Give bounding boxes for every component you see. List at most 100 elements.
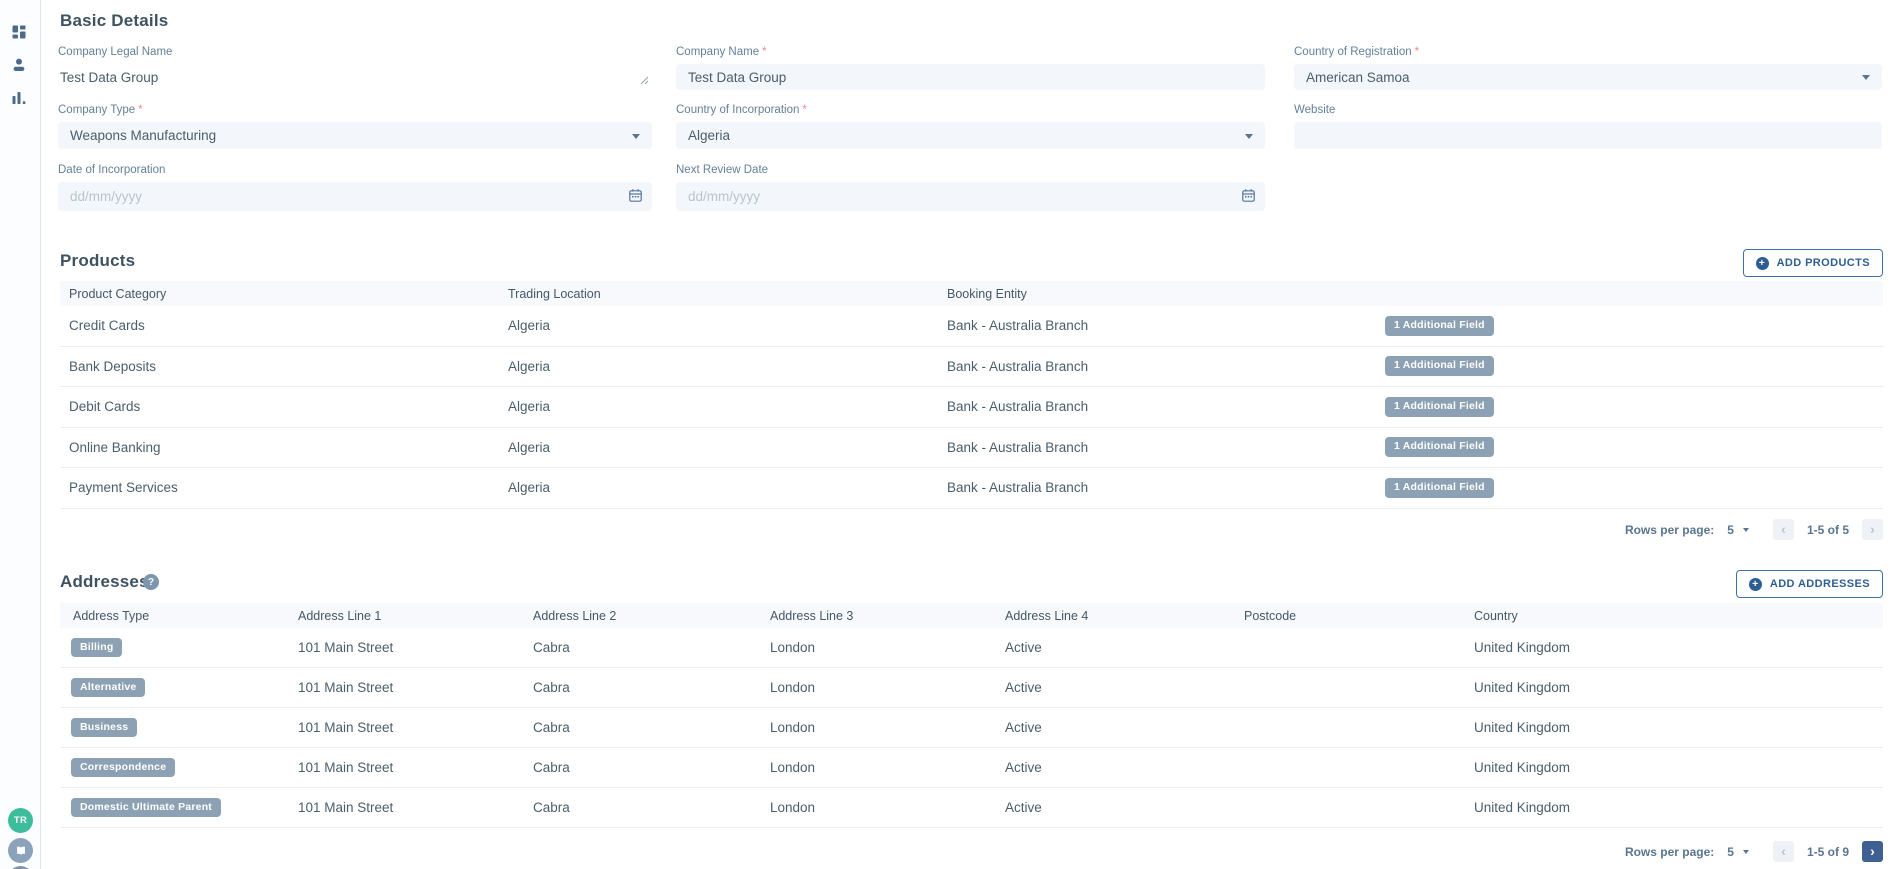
product-row[interactable]: Online Banking Algeria Bank - Australia … xyxy=(60,428,1883,469)
plus-icon: + xyxy=(1756,257,1769,270)
required-asterisk: * xyxy=(802,104,806,116)
field-value: Algeria xyxy=(688,128,730,143)
country-of-incorporation-select[interactable]: Algeria xyxy=(676,122,1265,149)
address-line1: 101 Main Street xyxy=(285,760,520,775)
col-address-line2: Address Line 2 xyxy=(520,609,757,623)
next-review-date-field: Next Review Date dd/mm/yyyy xyxy=(676,164,1265,211)
address-line1: 101 Main Street xyxy=(285,640,520,655)
company-type-label: Company Type* xyxy=(58,104,652,116)
dashboard-icon[interactable] xyxy=(11,23,29,41)
next-review-date-input[interactable]: dd/mm/yyyy xyxy=(676,182,1265,211)
booking-entity: Bank - Australia Branch xyxy=(938,480,1376,495)
additional-field-badge[interactable]: 1 Additional Field xyxy=(1385,356,1494,376)
next-page-button[interactable]: › xyxy=(1862,519,1883,540)
addresses-table-header: Address Type Address Line 1 Address Line… xyxy=(60,603,1883,628)
chevron-down-icon xyxy=(632,134,640,139)
company-name-field: Company Name* Test Data Group xyxy=(676,46,1265,90)
additional-field-cell: 1 Additional Field xyxy=(1376,478,1883,498)
country-of-registration-select[interactable]: American Samoa xyxy=(1294,64,1882,90)
add-products-button[interactable]: + ADD PRODUCTS xyxy=(1743,249,1883,277)
country: United Kingdom xyxy=(1461,800,1883,815)
company-name-input[interactable]: Test Data Group xyxy=(676,64,1265,90)
user-icon[interactable] xyxy=(11,56,29,74)
label-text: Next Review Date xyxy=(676,164,768,176)
product-category: Bank Deposits xyxy=(60,359,499,374)
rows-per-page-value[interactable]: 5 xyxy=(1727,523,1734,537)
calendar-icon[interactable] xyxy=(1241,188,1256,206)
rows-per-page-label: Rows per page: xyxy=(1625,523,1714,537)
date-of-incorporation-input[interactable]: dd/mm/yyyy xyxy=(58,182,652,211)
address-type-cell: Business xyxy=(60,718,285,738)
additional-field-cell: 1 Additional Field xyxy=(1376,397,1883,417)
field-value: Test Data Group xyxy=(688,70,786,85)
chevron-down-icon[interactable] xyxy=(1743,528,1749,532)
chevron-down-icon xyxy=(1245,134,1253,139)
help-icon[interactable]: ? xyxy=(143,574,159,590)
add-products-label: ADD PRODUCTS xyxy=(1777,257,1870,269)
next-review-date-label: Next Review Date xyxy=(676,164,1265,176)
date-of-incorporation-label: Date of Incorporation xyxy=(58,164,652,176)
address-row[interactable]: Billing 101 Main Street Cabra London Act… xyxy=(60,628,1883,668)
additional-field-badge[interactable]: 1 Additional Field xyxy=(1385,316,1494,336)
trading-location: Algeria xyxy=(499,359,938,374)
address-line3: London xyxy=(757,720,992,735)
booking-entity: Bank - Australia Branch xyxy=(938,399,1376,414)
rows-per-page-value[interactable]: 5 xyxy=(1727,845,1734,859)
company-legal-name-label: Company Legal Name xyxy=(58,46,652,58)
bar-chart-icon[interactable] xyxy=(11,89,29,107)
address-type-cell: Billing xyxy=(60,638,285,658)
address-line1: 101 Main Street xyxy=(285,680,520,695)
address-type-badge[interactable]: Business xyxy=(71,718,137,738)
address-line1: 101 Main Street xyxy=(285,800,520,815)
resize-handle-icon[interactable] xyxy=(640,73,649,88)
company-legal-name-field: Company Legal Name Test Data Group xyxy=(58,46,652,90)
next-page-button[interactable]: › xyxy=(1862,841,1883,862)
prev-page-button[interactable]: ‹ xyxy=(1773,841,1794,862)
basic-details-title: Basic Details xyxy=(60,11,168,31)
address-row[interactable]: Domestic Ultimate Parent 101 Main Street… xyxy=(60,788,1883,828)
address-line2: Cabra xyxy=(520,800,757,815)
sidebar: TR xyxy=(0,0,41,869)
address-type-badge[interactable]: Billing xyxy=(71,638,122,658)
address-type-badge[interactable]: Domestic Ultimate Parent xyxy=(71,798,221,818)
additional-field-badge[interactable]: 1 Additional Field xyxy=(1385,478,1494,498)
address-line4: Active xyxy=(992,640,1231,655)
trading-location: Algeria xyxy=(499,440,938,455)
company-type-field: Company Type* Weapons Manufacturing xyxy=(58,104,652,149)
addresses-pagination: Rows per page: 5 ‹ 1-5 of 9 › xyxy=(1625,841,1883,862)
calendar-icon[interactable] xyxy=(628,188,643,206)
address-type-badge[interactable]: Correspondence xyxy=(71,758,175,778)
avatar[interactable]: TR xyxy=(8,808,33,833)
product-row[interactable]: Credit Cards Algeria Bank - Australia Br… xyxy=(60,306,1883,347)
additional-field-badge[interactable]: 1 Additional Field xyxy=(1385,437,1494,457)
address-row[interactable]: Business 101 Main Street Cabra London Ac… xyxy=(60,708,1883,748)
col-country: Country xyxy=(1461,609,1883,623)
address-type-badge[interactable]: Alternative xyxy=(71,678,145,698)
chevron-down-icon[interactable] xyxy=(1743,850,1749,854)
book-icon[interactable] xyxy=(8,838,33,863)
company-legal-name-textarea[interactable]: Test Data Group xyxy=(58,64,652,90)
website-input[interactable] xyxy=(1294,122,1882,149)
address-line4: Active xyxy=(992,680,1231,695)
address-row[interactable]: Alternative 101 Main Street Cabra London… xyxy=(60,668,1883,708)
additional-field-badge[interactable]: 1 Additional Field xyxy=(1385,397,1494,417)
product-row[interactable]: Payment Services Algeria Bank - Australi… xyxy=(60,468,1883,509)
address-row[interactable]: Correspondence 101 Main Street Cabra Lon… xyxy=(60,748,1883,788)
prev-page-button[interactable]: ‹ xyxy=(1773,519,1794,540)
address-type-cell: Alternative xyxy=(60,678,285,698)
product-row[interactable]: Bank Deposits Algeria Bank - Australia B… xyxy=(60,347,1883,388)
trading-location: Algeria xyxy=(499,318,938,333)
company-type-select[interactable]: Weapons Manufacturing xyxy=(58,122,652,149)
address-line2: Cabra xyxy=(520,680,757,695)
address-type-cell: Domestic Ultimate Parent xyxy=(60,798,285,818)
product-category: Payment Services xyxy=(60,480,499,495)
trading-location: Algeria xyxy=(499,480,938,495)
required-asterisk: * xyxy=(138,104,142,116)
country-of-incorporation-field: Country of Incorporation* Algeria xyxy=(676,104,1265,149)
add-addresses-button[interactable]: + ADD ADDRESSES xyxy=(1736,570,1883,598)
address-line2: Cabra xyxy=(520,720,757,735)
field-value: Test Data Group xyxy=(60,70,158,85)
country: United Kingdom xyxy=(1461,760,1883,775)
product-row[interactable]: Debit Cards Algeria Bank - Australia Bra… xyxy=(60,387,1883,428)
address-line3: London xyxy=(757,800,992,815)
